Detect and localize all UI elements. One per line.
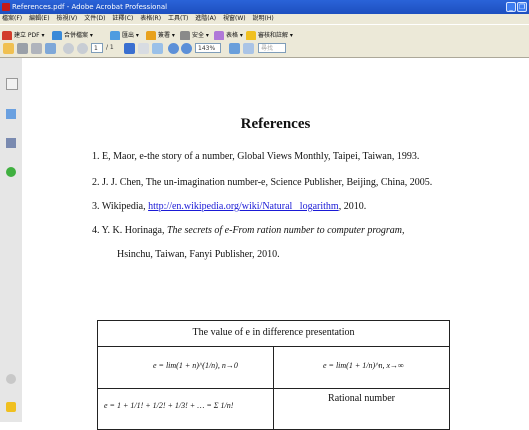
task-toolbar: 建立 PDF ▾ 合併檔案 ▾ 匯出 ▾ 簽署 ▾ 安全 ▾ 表格 ▾ 審核和註… — [0, 24, 529, 41]
menu-document[interactable]: 文件(D) — [84, 15, 105, 22]
reference-3: 3. Wikipedia, http://en.wikipedia.org/wi… — [92, 201, 366, 212]
rational-number-label: Rational number — [328, 393, 395, 404]
reference-4: 4. Y. K. Horinaga, The secrets of e-From… — [92, 225, 404, 236]
save-icon[interactable] — [17, 43, 28, 54]
reference-3-prefix: 3. Wikipedia, — [92, 201, 149, 212]
zoom-out-icon[interactable] — [168, 43, 179, 54]
zoom-tool-icon[interactable] — [152, 43, 163, 54]
comments-icon[interactable] — [6, 402, 16, 412]
table-row: e = 1 + 1/1! + 1/2! + 1/3! + … = Σ 1/n! … — [98, 389, 449, 429]
navigation-toolbar: 1 / 1 143% 尋找 — [0, 40, 529, 58]
page-total: / 1 — [106, 44, 114, 51]
menu-edit[interactable]: 編輯(E) — [29, 15, 49, 22]
table-caption-row: The value of e in difference presentatio… — [98, 321, 449, 347]
menu-forms[interactable]: 表格(R) — [140, 15, 161, 22]
menu-advanced[interactable]: 進階(A) — [195, 15, 216, 22]
window-title: References.pdf - Adobe Acrobat Professio… — [12, 3, 168, 11]
acrobat-app-icon — [2, 3, 10, 11]
find-field[interactable]: 尋找 — [258, 43, 286, 53]
page-number-field[interactable]: 1 — [91, 43, 103, 53]
reference-4-prefix: 4. Y. K. Horinaga, — [92, 225, 167, 236]
menu-file[interactable]: 檔案(F) — [2, 15, 22, 22]
table-divider — [273, 347, 274, 388]
limit-formula-left: e = lim(1 + n)^(1/n), n→0 — [153, 361, 238, 370]
attachments-icon[interactable] — [6, 167, 16, 177]
reference-4-title: The secrets of e-From ration number to c… — [167, 225, 405, 236]
e-values-table: The value of e in difference presentatio… — [97, 320, 450, 430]
fit-page-icon[interactable] — [229, 43, 240, 54]
restore-button[interactable]: ❐ — [517, 2, 527, 12]
navigation-pane — [0, 58, 23, 422]
open-folder-icon[interactable] — [3, 43, 14, 54]
next-page-icon[interactable] — [77, 43, 88, 54]
reference-2: 2. J. J. Chen, The un-imagination number… — [92, 177, 433, 188]
select-tool-icon[interactable] — [124, 43, 135, 54]
table-caption: The value of e in difference presentatio… — [192, 327, 355, 338]
table-row: e = lim(1 + n)^(1/n), n→0 e = lim(1 + 1/… — [98, 347, 449, 389]
reference-4-line2: Hsinchu, Taiwan, Fanyi Publisher, 2010. — [117, 249, 280, 260]
menu-window[interactable]: 視窗(W) — [223, 15, 246, 22]
wikipedia-link[interactable]: http://en.wikipedia.org/wiki/Natural _lo… — [148, 201, 339, 212]
series-formula: e = 1 + 1/1! + 1/2! + 1/3! + … = Σ 1/n! — [104, 401, 234, 410]
references-heading: References — [240, 116, 311, 132]
menu-tools[interactable]: 工具(T) — [168, 15, 188, 22]
previous-page-icon[interactable] — [63, 43, 74, 54]
document-content: References 1. E, Maor, e-the story of a … — [22, 58, 529, 430]
pages-icon[interactable] — [6, 78, 18, 90]
email-icon[interactable] — [45, 43, 56, 54]
zoom-field[interactable]: 143% — [195, 43, 221, 53]
minimize-button[interactable]: _ — [506, 2, 516, 12]
title-bar: References.pdf - Adobe Acrobat Professio… — [0, 0, 529, 14]
signatures-icon[interactable] — [6, 138, 16, 148]
print-icon[interactable] — [31, 43, 42, 54]
bookmarks-icon[interactable] — [6, 109, 16, 119]
reference-1: 1. E, Maor, e-the story of a number, Glo… — [92, 151, 420, 162]
menu-bar: 檔案(F) 編輯(E) 檢視(V) 文件(D) 註釋(C) 表格(R) 工具(T… — [0, 14, 529, 24]
fit-width-icon[interactable] — [243, 43, 254, 54]
hand-tool-icon[interactable] — [138, 43, 149, 54]
limit-formula-right: e = lim(1 + 1/n)^n, x→∞ — [323, 361, 404, 370]
menu-comments[interactable]: 註釋(C) — [112, 15, 133, 22]
menu-view[interactable]: 檢視(V) — [56, 15, 77, 22]
menu-help[interactable]: 說明(H) — [253, 15, 274, 22]
zoom-in-icon[interactable] — [181, 43, 192, 54]
paperclip-icon[interactable] — [6, 374, 16, 384]
reference-3-suffix: , 2010. — [338, 201, 367, 212]
